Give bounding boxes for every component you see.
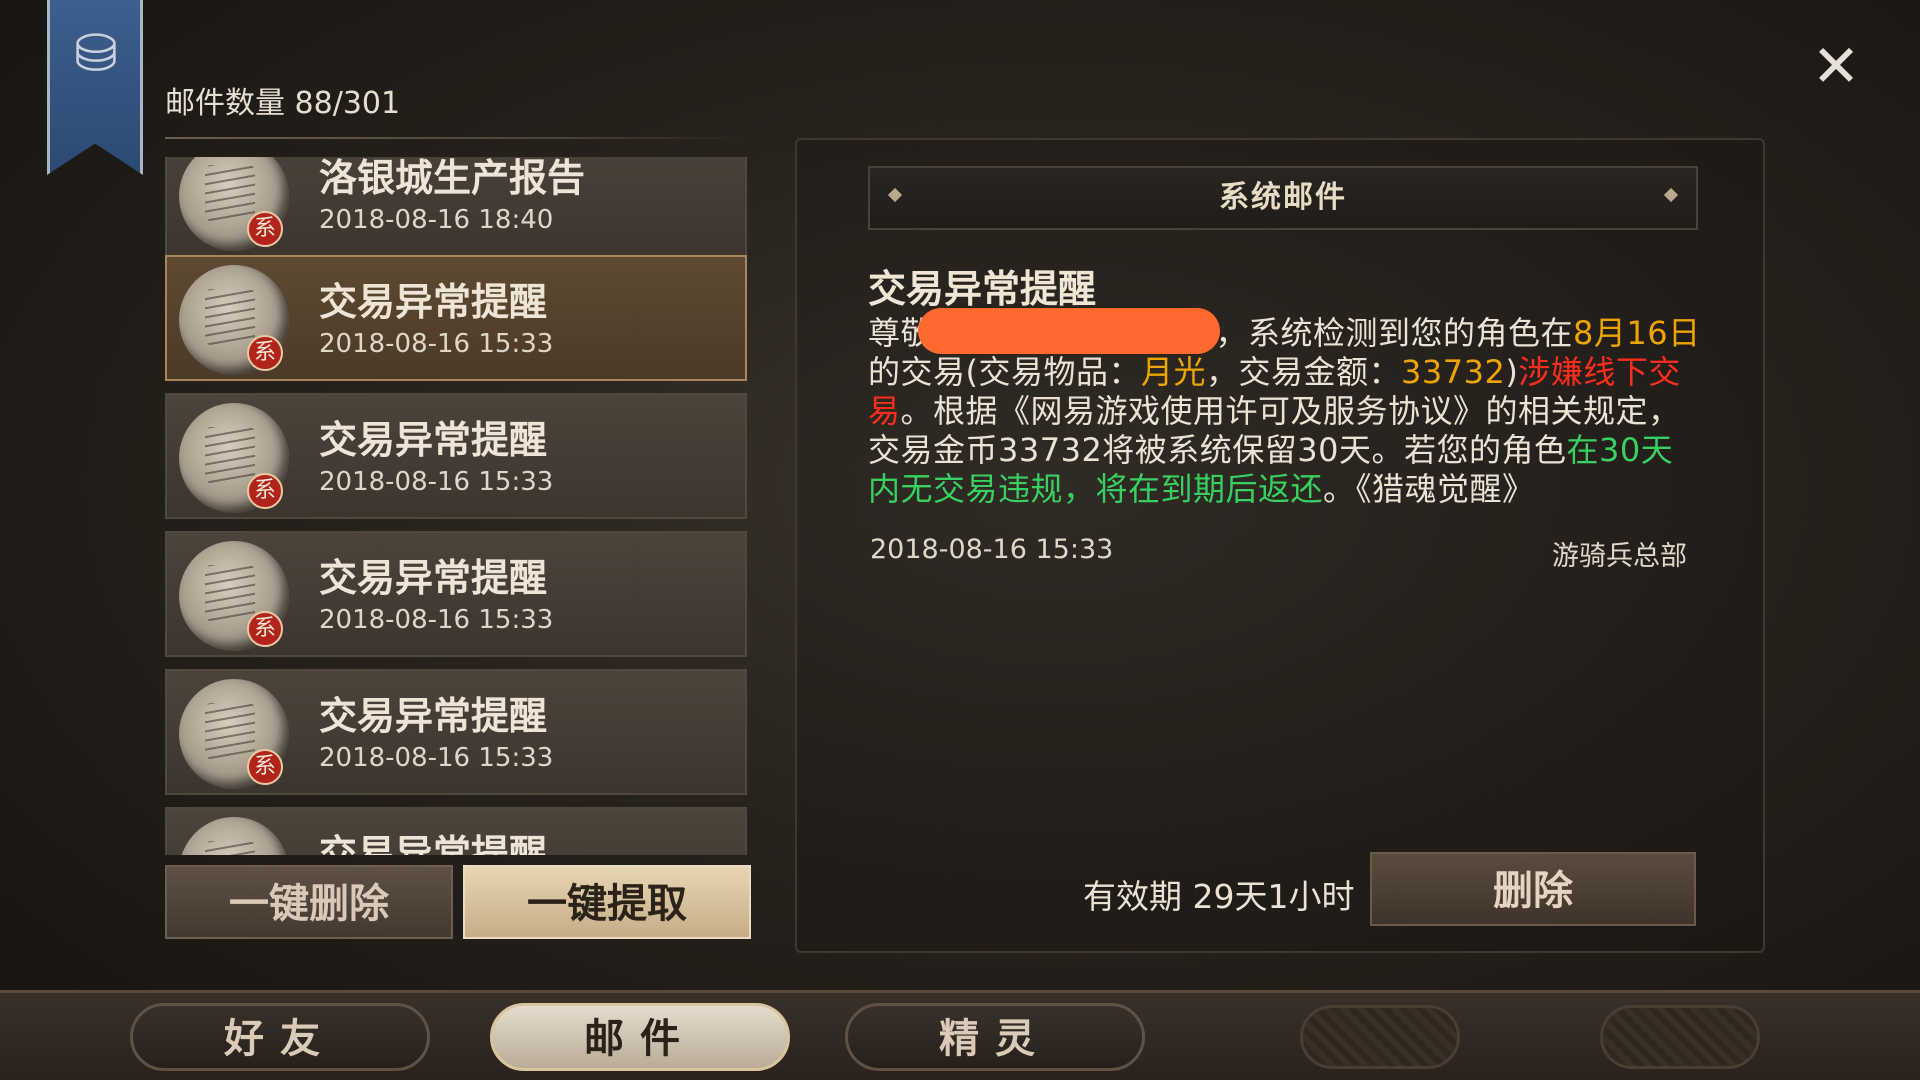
list-item-selected[interactable]: 系 交易异常提醒 2018-08-16 15:33 (165, 255, 747, 381)
tab-ornament (1600, 1005, 1760, 1069)
mail-list[interactable]: 系 洛银城生产报告 2018-08-16 18:40 系 交易异常提醒 2018… (165, 157, 747, 855)
body-text: 。根据《网易游戏使用许可及服务协议》的相关规定，交易金币33732将被系统保留3… (868, 392, 1681, 469)
mail-item-title: 交易异常提醒 (319, 417, 548, 462)
list-divider (165, 137, 745, 139)
list-item[interactable]: 系 洛银城生产报告 2018-08-16 18:40 (165, 157, 747, 257)
body-amount: 33732 (1401, 353, 1506, 391)
mail-item-title: 交易异常提醒 (319, 831, 548, 855)
tab-friends[interactable]: 好友 (130, 1003, 430, 1071)
list-item[interactable]: 系 交易异常提醒 2018-08-16 15:33 (165, 669, 747, 795)
system-badge-icon: 系 (247, 749, 283, 785)
detail-header: 系统邮件 (868, 166, 1698, 230)
collect-all-button[interactable]: 一键提取 (463, 865, 751, 939)
body-text: 的交易(交易物品： (868, 353, 1141, 391)
body-item: 月光 (1141, 353, 1207, 391)
mail-item-date: 2018-08-16 15:33 (319, 329, 554, 359)
mail-count-label: 邮件数量 88/301 (165, 86, 401, 121)
list-item[interactable]: 系 交易异常提醒 2018-08-16 15:33 (165, 393, 747, 519)
body-text: ，系统检测到您的角色在 (1215, 314, 1574, 352)
scroll-icon (179, 817, 289, 855)
body-text: ，交易金额： (1206, 353, 1402, 391)
body-date: 8月16日 (1573, 314, 1701, 352)
mail-item-date: 2018-08-16 15:33 (319, 467, 554, 497)
expiry-label: 有效期 29天1小时 (1083, 877, 1355, 916)
mail-item-title: 交易异常提醒 (319, 693, 548, 738)
tab-mail[interactable]: 邮件 (490, 1003, 790, 1071)
tab-ornament (1300, 1005, 1460, 1069)
mail-item-title: 交易异常提醒 (319, 555, 548, 600)
delete-button[interactable]: 删除 (1370, 852, 1696, 926)
detail-header-title: 系统邮件 (1219, 180, 1347, 215)
redaction-mark (918, 308, 1220, 354)
mail-banner: ⛁ (47, 0, 143, 175)
mail-sender: 游骑兵总部 (1552, 541, 1687, 572)
body-text: 。《猎魂觉醒》 (1323, 470, 1535, 508)
mail-title: 交易异常提醒 (868, 266, 1097, 311)
delete-all-button[interactable]: 一键删除 (165, 865, 453, 939)
system-badge-icon: 系 (247, 611, 283, 647)
system-badge-icon: 系 (247, 473, 283, 509)
mail-item-title: 交易异常提醒 (319, 279, 548, 324)
mail-tube-icon: ⛁ (74, 24, 118, 84)
mail-item-date: 2018-08-16 15:33 (319, 743, 554, 773)
mail-screen: ⛁ 邮件数量 88/301 ✕ 系 洛银城生产报告 2018-08-16 18:… (0, 0, 1920, 1080)
body-text: ) (1505, 353, 1519, 391)
mail-item-date: 2018-08-16 18:40 (319, 205, 554, 235)
tab-spirit[interactable]: 精灵 (845, 1003, 1145, 1071)
system-badge-icon: 系 (247, 211, 283, 247)
list-item[interactable]: 系 交易异常提醒 2018-08-16 15:33 (165, 531, 747, 657)
mail-date: 2018-08-16 15:33 (870, 534, 1114, 565)
close-icon[interactable]: ✕ (1808, 37, 1864, 95)
mail-item-title: 洛银城生产报告 (319, 157, 586, 200)
system-badge-icon: 系 (247, 335, 283, 371)
list-item[interactable]: 交易异常提醒 (165, 807, 747, 855)
mail-item-date: 2018-08-16 15:33 (319, 605, 554, 635)
